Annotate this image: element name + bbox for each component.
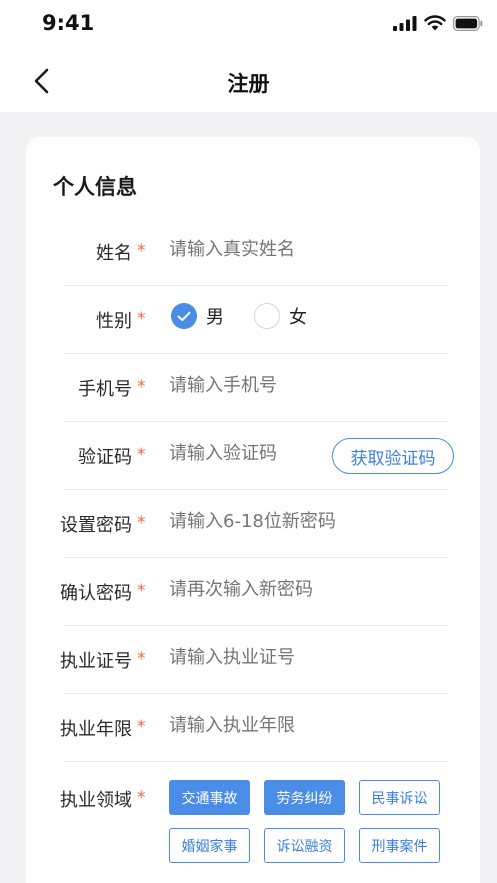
gender-male-radio[interactable] [171, 303, 197, 329]
password-row: 设置密码 * [26, 490, 480, 558]
gender-female-radio[interactable] [254, 303, 280, 329]
practice-years-row: 执业年限 * [26, 694, 480, 762]
password-input[interactable] [169, 511, 439, 532]
required-mark: * [137, 649, 146, 669]
phone-label: 手机号 [78, 379, 132, 400]
required-mark: * [137, 581, 146, 601]
personal-info-card: 个人信息 姓名 * 性别 * 男 女 手机号 * 验证码 * [26, 137, 480, 883]
status-time: 9:41 [42, 11, 95, 35]
practice-area-tag[interactable]: 交通事故 [169, 780, 250, 815]
practice-area-tag[interactable]: 民事诉讼 [359, 780, 440, 815]
required-mark: * [137, 717, 146, 737]
section-title: 个人信息 [53, 175, 137, 199]
gender-female-label[interactable]: 女 [289, 303, 307, 329]
verification-code-input[interactable] [169, 443, 324, 464]
page-title: 注册 [227, 72, 270, 96]
password-label: 设置密码 [60, 515, 132, 536]
gender-label: 性别 [96, 311, 132, 332]
phone-input[interactable] [169, 375, 439, 396]
practice-area-tag[interactable]: 诉讼融资 [264, 828, 345, 863]
get-code-button[interactable]: 获取验证码 [332, 438, 454, 474]
required-mark: * [137, 377, 146, 397]
required-mark: * [137, 445, 146, 465]
practice-area-row: 执业领域 * 交通事故 劳务纠纷 民事诉讼 婚姻家事 诉讼融资 刑事案件 [26, 761, 480, 881]
license-number-row: 执业证号 * [26, 626, 480, 694]
name-input[interactable] [169, 239, 439, 260]
gender-row: 性别 * 男 女 [26, 286, 480, 354]
gender-radio-group: 男 女 [171, 303, 307, 329]
name-row: 姓名 * [26, 218, 480, 286]
cellular-signal-icon [393, 15, 417, 31]
practice-area-tag[interactable]: 劳务纠纷 [264, 780, 345, 815]
checkmark-icon [177, 311, 191, 321]
wifi-icon [424, 15, 446, 31]
status-icons [393, 14, 483, 32]
name-label: 姓名 [96, 243, 132, 264]
license-number-input[interactable] [169, 647, 439, 668]
required-mark: * [137, 241, 146, 261]
practice-area-tag[interactable]: 婚姻家事 [169, 828, 250, 863]
required-mark: * [137, 788, 146, 808]
practice-years-label: 执业年限 [60, 719, 132, 740]
phone-row: 手机号 * [26, 354, 480, 422]
nav-bar: 注册 [0, 50, 497, 112]
confirm-password-input[interactable] [169, 579, 439, 600]
confirm-password-row: 确认密码 * [26, 558, 480, 626]
required-mark: * [137, 513, 146, 533]
battery-icon [453, 15, 483, 31]
gender-male-label[interactable]: 男 [206, 303, 224, 329]
verification-code-row: 验证码 * 获取验证码 [26, 422, 480, 490]
status-bar: 9:41 [0, 0, 497, 50]
practice-area-label: 执业领域 [60, 790, 132, 811]
practice-years-input[interactable] [169, 715, 439, 736]
confirm-password-label: 确认密码 [60, 583, 132, 604]
practice-area-tag[interactable]: 刑事案件 [359, 828, 440, 863]
verification-code-label: 验证码 [78, 447, 132, 468]
required-mark: * [137, 309, 146, 329]
license-number-label: 执业证号 [60, 651, 132, 672]
